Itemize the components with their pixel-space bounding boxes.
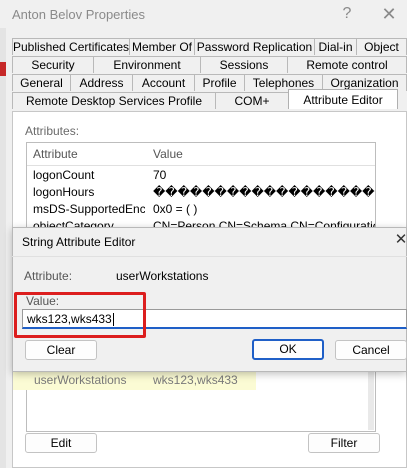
- close-icon[interactable]: ✕: [378, 3, 400, 25]
- table-row-attribute[interactable]: logonHours: [33, 185, 145, 199]
- dialog-attribute-name: userWorkstations: [116, 269, 209, 283]
- tab-profile[interactable]: Profile: [194, 74, 245, 91]
- background-window-edge: [0, 28, 6, 468]
- cancel-button[interactable]: Cancel: [335, 340, 407, 360]
- column-header-attribute[interactable]: Attribute: [27, 143, 153, 166]
- tab-security[interactable]: Security: [12, 56, 94, 73]
- dialog-attribute-label: Attribute:: [24, 269, 73, 283]
- tab-sessions[interactable]: Sessions: [200, 56, 288, 73]
- tab-address[interactable]: Address: [70, 74, 133, 91]
- table-row-value[interactable]: ��������������������: [153, 185, 375, 199]
- column-header-value[interactable]: Value: [147, 143, 375, 166]
- edit-button[interactable]: Edit: [25, 433, 97, 453]
- table-row-value[interactable]: 0x0 = ( ): [153, 202, 375, 216]
- tab-remote-control[interactable]: Remote control: [287, 56, 407, 73]
- tab-published-certificates[interactable]: Published Certificates: [12, 38, 130, 55]
- dialog-close-icon[interactable]: ✕: [394, 232, 407, 248]
- tab-account[interactable]: Account: [132, 74, 195, 91]
- highlight-annotation-box: [14, 292, 146, 338]
- tab-password-replication[interactable]: Password Replication: [194, 38, 315, 55]
- tab-member-of[interactable]: Member Of: [129, 38, 195, 55]
- attributes-label: Attributes:: [25, 124, 80, 138]
- clear-button[interactable]: Clear: [25, 340, 97, 360]
- tab-attribute-editor[interactable]: Attribute Editor: [288, 89, 398, 109]
- list-scrollbar[interactable]: [368, 370, 374, 430]
- dialog-title: String Attribute Editor: [22, 235, 136, 249]
- tab-remote-desktop-services-profile[interactable]: Remote Desktop Services Profile: [12, 92, 216, 109]
- tab-environment[interactable]: Environment: [93, 56, 201, 73]
- table-row-attribute[interactable]: msDS-SupportedEncr...: [33, 202, 145, 216]
- tab-object[interactable]: Object: [356, 38, 407, 55]
- selected-row-attribute[interactable]: userWorkstations: [34, 373, 126, 387]
- tab-com-plus[interactable]: COM+: [215, 92, 289, 109]
- selected-row-value[interactable]: wks123,wks433: [153, 373, 238, 387]
- background-error-icon: [0, 62, 6, 76]
- window-title: Anton Belov Properties: [12, 7, 145, 22]
- dialog-divider: [12, 256, 407, 257]
- ok-button[interactable]: OK: [252, 339, 324, 360]
- filter-button[interactable]: Filter: [308, 433, 380, 453]
- tab-dial-in[interactable]: Dial-in: [314, 38, 357, 55]
- table-row-value[interactable]: 70: [153, 168, 375, 182]
- help-button[interactable]: ?: [336, 3, 358, 25]
- table-row-attribute[interactable]: logonCount: [33, 168, 145, 182]
- tab-general[interactable]: General: [12, 74, 71, 91]
